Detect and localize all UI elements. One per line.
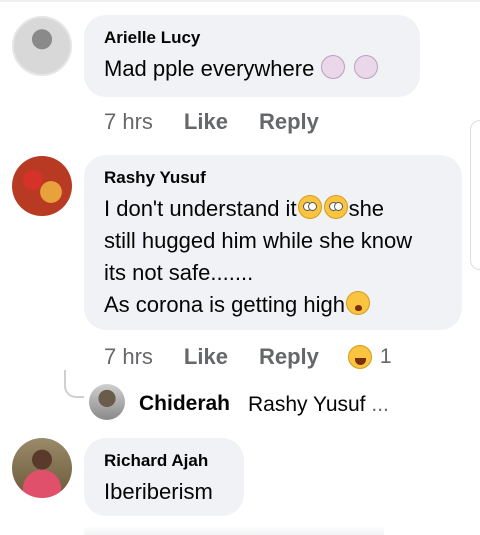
reply-button[interactable]: Reply (259, 109, 319, 135)
worried-emoji-icon (345, 291, 370, 315)
like-button[interactable]: Like (184, 109, 228, 135)
comment-text: Iberiberism (104, 479, 213, 504)
comment-text: Mad pple everywhere (104, 53, 400, 85)
comment-author[interactable]: Arielle Lucy (104, 27, 400, 49)
more-indicator: ... (371, 393, 389, 416)
comment-author[interactable]: Richard Ajah (104, 450, 224, 472)
top-divider (0, 0, 480, 2)
like-button[interactable]: Like (184, 344, 228, 370)
reply-button[interactable]: Reply (259, 344, 319, 370)
comment-actions: 7 hrs Like Reply 1 (104, 344, 392, 370)
avatar[interactable] (12, 16, 72, 76)
comment-time: 7 hrs (104, 344, 153, 369)
side-panel-edge (470, 120, 480, 270)
comment-actions: 7 hrs Like Reply (104, 109, 350, 135)
reply-avatar[interactable] (89, 384, 125, 420)
comment-text: I don't understand it she still hugged hi… (104, 195, 413, 317)
next-comment-preview (84, 526, 384, 535)
haha-reaction-icon (347, 345, 372, 369)
reaction-summary[interactable]: 1 (347, 344, 392, 370)
rolling-eyes-emoji-icon (297, 195, 322, 219)
facepalm-emoji-icon (353, 55, 378, 79)
comment-bubble: Rashy Yusuf I don't understand it she sti… (84, 155, 462, 330)
avatar[interactable] (12, 438, 72, 498)
reply-thread-line (64, 370, 84, 398)
reply-author[interactable]: Chiderah (139, 392, 230, 416)
comment-bubble: Arielle Lucy Mad pple everywhere (84, 15, 420, 97)
rolling-eyes-emoji-icon (323, 195, 348, 219)
reaction-count: 1 (379, 345, 392, 368)
comment-bubble: Richard Ajah Iberiberism (84, 438, 244, 516)
comment-time: 7 hrs (104, 109, 153, 134)
facepalm-emoji-icon (321, 55, 346, 79)
avatar[interactable] (12, 156, 72, 216)
reply-preview-text[interactable]: Rashy Yusuf ... (248, 393, 389, 417)
comment-author[interactable]: Rashy Yusuf (104, 167, 442, 189)
